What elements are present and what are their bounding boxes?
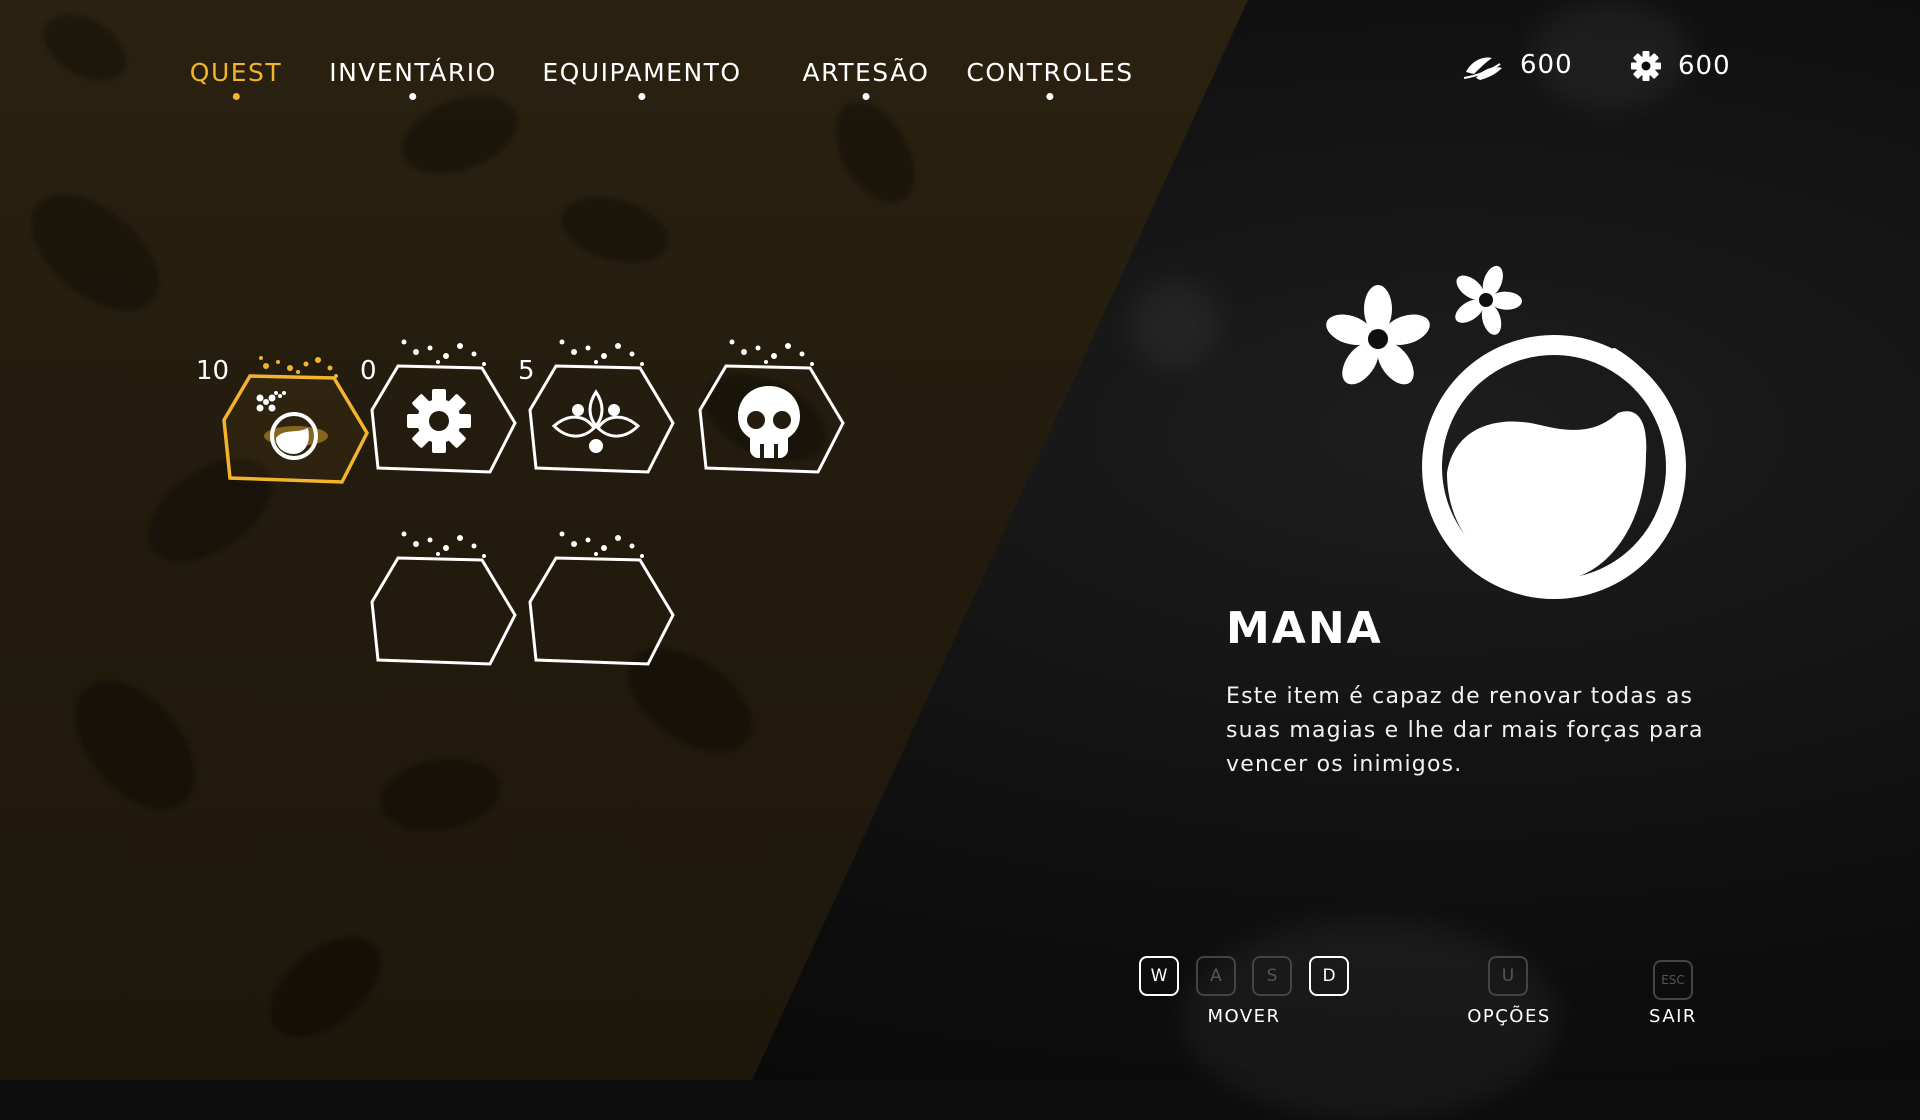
nav-tab-label: ARTESÃO <box>802 58 930 87</box>
nav-indicator-dot <box>409 93 417 100</box>
flower-emblem-icon <box>551 389 641 453</box>
inventory-slot-empty[interactable] <box>364 522 517 672</box>
inventory-slot-empty[interactable] <box>522 522 675 672</box>
move-label: MOVER <box>1207 1006 1281 1027</box>
inventory-slot-flower[interactable] <box>522 330 675 480</box>
inventory-slot-gear[interactable] <box>364 330 517 480</box>
bokeh-glow <box>1130 280 1220 370</box>
nav-indicator-dot <box>1046 93 1054 100</box>
nav-tab-controles[interactable]: CONTROLES <box>966 58 1133 100</box>
key-w[interactable]: W <box>1139 956 1179 996</box>
inventory-slot-mana[interactable] <box>216 340 369 490</box>
nav-tab-label: QUEST <box>189 58 283 87</box>
currency-gears: 600 <box>1630 50 1731 82</box>
key-a[interactable]: A <box>1196 956 1236 996</box>
slot-frame <box>528 531 675 666</box>
currency-value: 600 <box>1678 51 1731 81</box>
options-label: OPÇÕES <box>1467 1006 1551 1027</box>
slot-frame <box>370 531 517 666</box>
exit-label: SAIR <box>1649 1006 1697 1027</box>
nav-tab-artesao[interactable]: ARTESÃO <box>803 58 930 100</box>
skull-icon <box>738 386 800 458</box>
gear-icon <box>1631 51 1661 81</box>
mana-potion-icon <box>256 391 318 460</box>
nav-tab-label: INVENTÁRIO <box>329 58 497 87</box>
nav-indicator-dot <box>232 93 240 100</box>
mana-potion-icon <box>1326 265 1686 599</box>
key-d[interactable]: D <box>1309 956 1349 996</box>
inventory-slot-skull[interactable] <box>692 330 845 480</box>
nav-indicator-dot <box>862 93 870 100</box>
flower-icon <box>1326 285 1430 385</box>
item-title: MANA <box>1226 603 1383 654</box>
item-description: Este item é capaz de renovar todas as su… <box>1226 684 1704 777</box>
nav-tab-label: CONTROLES <box>966 58 1134 87</box>
nav-tab-equipamento[interactable]: EQUIPAMENTO <box>542 58 741 100</box>
key-u[interactable]: U <box>1488 956 1528 996</box>
key-s[interactable]: S <box>1252 956 1292 996</box>
nav-tab-label: EQUIPAMENTO <box>542 58 742 87</box>
gear-icon <box>407 389 471 453</box>
currency-leaves: 600 <box>1462 50 1573 80</box>
key-esc[interactable]: ESC <box>1653 960 1693 1000</box>
leaves-icon <box>1463 57 1502 80</box>
nav-tab-quest[interactable]: QUEST <box>190 58 282 100</box>
flower-icon <box>1455 265 1522 335</box>
nav-tab-inventario[interactable]: INVENTÁRIO <box>329 58 497 100</box>
nav-indicator-dot <box>638 93 646 100</box>
currency-value: 600 <box>1520 50 1573 80</box>
